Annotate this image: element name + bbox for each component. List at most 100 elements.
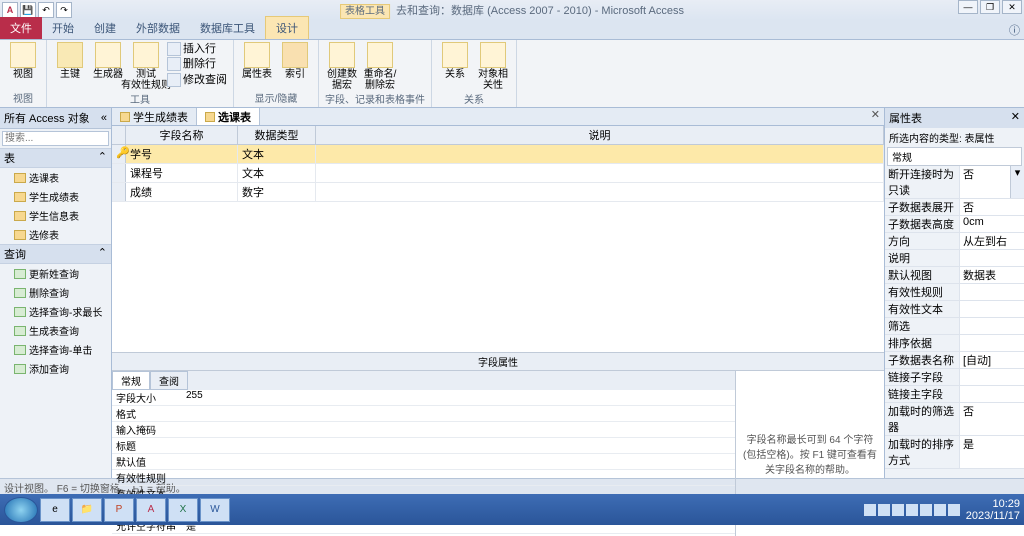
taskbar-powerpoint-icon[interactable]: P: [104, 498, 134, 522]
fieldprop-row[interactable]: 格式: [112, 406, 735, 422]
nav-item-query[interactable]: 删除查询: [0, 283, 111, 302]
table-icon: [14, 230, 26, 240]
dropdown-icon[interactable]: ▾: [1010, 166, 1024, 198]
nav-item-table[interactable]: 选修表: [0, 225, 111, 244]
nav-item-query[interactable]: 添加查询: [0, 359, 111, 378]
nav-item-table[interactable]: 学生信息表: [0, 206, 111, 225]
col-header-fieldname: 字段名称: [126, 126, 238, 144]
ribbon: 视图 视图 主键 生成器 测试 有效性规则 插入行 删除行 修改查阅 工具 属性…: [0, 40, 1024, 108]
fp-tab-lookup[interactable]: 查阅: [150, 371, 188, 390]
design-row[interactable]: 课程号文本: [112, 164, 884, 183]
tab-design[interactable]: 设计: [265, 16, 309, 39]
doc-close-button[interactable]: ✕: [867, 108, 884, 125]
taskbar-explorer-icon[interactable]: 📁: [72, 498, 102, 522]
propsheet-row[interactable]: 筛选: [885, 318, 1024, 335]
doc-tab-active[interactable]: 选课表: [197, 108, 260, 125]
nav-group-tables[interactable]: 表⌃: [0, 148, 111, 168]
design-grid[interactable]: 字段名称 数据类型 说明 🔑学号文本课程号文本成绩数字: [112, 126, 884, 352]
ps-title: 属性表✕: [885, 108, 1024, 128]
insertrow-button[interactable]: 插入行: [167, 42, 227, 56]
group-view-label: 视图: [6, 90, 40, 107]
nav-header[interactable]: 所有 Access 对象«: [0, 108, 111, 129]
propsheet-row[interactable]: 子数据表展开否: [885, 199, 1024, 216]
indexes-button[interactable]: 索引: [278, 42, 312, 80]
design-row[interactable]: 🔑学号文本: [112, 145, 884, 164]
undo-icon[interactable]: ↶: [38, 2, 54, 18]
close-button[interactable]: ✕: [1002, 0, 1022, 14]
fieldprop-row[interactable]: 默认值: [112, 454, 735, 470]
close-icon[interactable]: ✕: [1011, 110, 1020, 126]
taskbar-excel-icon[interactable]: X: [168, 498, 198, 522]
taskbar-ie-icon[interactable]: e: [40, 498, 70, 522]
ps-subtitle: 所选内容的类型: 表属性: [885, 128, 1024, 147]
col-header-datatype: 数据类型: [238, 126, 316, 144]
nav-search-input[interactable]: [2, 131, 109, 146]
design-row[interactable]: 成绩数字: [112, 183, 884, 202]
createmacro-button[interactable]: 创建数据宏: [325, 42, 359, 91]
tray-clock[interactable]: 10:292023/11/17: [966, 498, 1020, 522]
propsheet-row[interactable]: 有效性规则: [885, 284, 1024, 301]
propsheet-row[interactable]: 链接主字段: [885, 386, 1024, 403]
table-icon: [120, 112, 130, 122]
redo-icon[interactable]: ↷: [56, 2, 72, 18]
tab-external[interactable]: 外部数据: [126, 17, 190, 39]
doc-tab[interactable]: 学生成绩表: [112, 108, 197, 125]
save-icon[interactable]: 💾: [20, 2, 36, 18]
taskbar-word-icon[interactable]: W: [200, 498, 230, 522]
help-icon[interactable]: ⓘ: [1009, 22, 1020, 38]
propsheet-row[interactable]: 子数据表名称[自动]: [885, 352, 1024, 369]
fieldprop-row[interactable]: 标题: [112, 438, 735, 454]
group-relations-label: 关系: [438, 91, 510, 108]
app-icon[interactable]: A: [2, 2, 18, 18]
minimize-button[interactable]: —: [958, 0, 978, 14]
nav-item-query[interactable]: 更新姓查询: [0, 264, 111, 283]
testrules-button[interactable]: 测试 有效性规则: [129, 42, 163, 91]
propsheet-row[interactable]: 加载时的筛选器否: [885, 403, 1024, 436]
propsheet-row[interactable]: 子数据表高度0cm: [885, 216, 1024, 233]
query-icon: [14, 307, 26, 317]
propsheet-row[interactable]: 说明: [885, 250, 1024, 267]
fieldprop-row[interactable]: 字段大小255: [112, 390, 735, 406]
fp-tab-general[interactable]: 常规: [112, 371, 150, 390]
nav-item-table[interactable]: 选课表: [0, 168, 111, 187]
col-header-desc: 说明: [316, 126, 884, 144]
tab-create[interactable]: 创建: [84, 17, 126, 39]
table-icon: [14, 173, 26, 183]
propsheet-row[interactable]: 方向从左到右: [885, 233, 1024, 250]
chevron-double-icon: «: [101, 112, 107, 124]
relations-button[interactable]: 关系: [438, 42, 472, 80]
nav-item-query[interactable]: 生成表查询: [0, 321, 111, 340]
restore-button[interactable]: ❐: [980, 0, 1000, 14]
rename-delete-macro-button[interactable]: 重命名/ 删除宏: [363, 42, 397, 91]
nav-group-queries[interactable]: 查询⌃: [0, 244, 111, 264]
propsheet-row[interactable]: 有效性文本: [885, 301, 1024, 318]
deleterow-button[interactable]: 删除行: [167, 57, 227, 71]
nav-item-query[interactable]: 选择查询-求最长: [0, 302, 111, 321]
chevron-up-icon: ⌃: [98, 246, 107, 262]
primarykey-button[interactable]: 主键: [53, 42, 87, 80]
propsheet-button[interactable]: 属性表: [240, 42, 274, 80]
start-button[interactable]: [4, 497, 38, 523]
propsheet-row[interactable]: 加载时的排序方式是: [885, 436, 1024, 469]
builder-button[interactable]: 生成器: [91, 42, 125, 80]
nav-item-query[interactable]: 选择查询-单击: [0, 340, 111, 359]
nav-item-table[interactable]: 学生成绩表: [0, 187, 111, 206]
dependencies-button[interactable]: 对象相关性: [476, 42, 510, 91]
view-button[interactable]: 视图: [6, 42, 40, 80]
fieldprops-title: 字段属性: [112, 352, 884, 371]
quick-access-toolbar: A 💾 ↶ ↷: [0, 2, 72, 18]
tab-home[interactable]: 开始: [42, 17, 84, 39]
ps-tab-general[interactable]: 常规: [887, 147, 1022, 166]
fieldprop-row[interactable]: 输入掩码: [112, 422, 735, 438]
tray-icons[interactable]: [864, 504, 960, 516]
propsheet-row[interactable]: 默认视图数据表: [885, 267, 1024, 284]
propsheet-row[interactable]: 链接子字段: [885, 369, 1024, 386]
taskbar-access-icon[interactable]: A: [136, 498, 166, 522]
group-events-label: 字段、记录和表格事件: [325, 91, 425, 108]
tab-dbtools[interactable]: 数据库工具: [190, 17, 265, 39]
fieldprop-row[interactable]: 有效性规则: [112, 470, 735, 486]
propsheet-row[interactable]: 排序依据: [885, 335, 1024, 352]
modifylookup-button[interactable]: 修改查阅: [167, 73, 227, 87]
tab-file[interactable]: 文件: [0, 17, 42, 39]
propsheet-row[interactable]: 断开连接时为只读否▾: [885, 166, 1024, 199]
